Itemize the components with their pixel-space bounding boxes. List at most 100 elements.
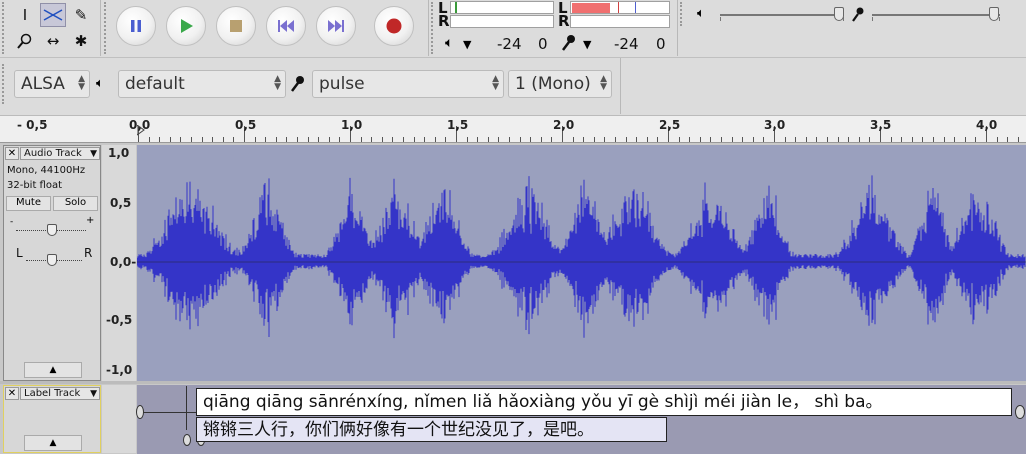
recording-volume-thumb[interactable] — [989, 7, 999, 21]
label-track-menu-button[interactable]: Label Track ▼ — [20, 387, 100, 400]
stop-button[interactable] — [216, 6, 256, 46]
ruler-tick — [254, 137, 256, 142]
timeshift-tool-icon[interactable]: ↔ — [40, 29, 66, 53]
ruler-tick — [996, 137, 998, 142]
record-meter-r-label: R — [438, 12, 450, 30]
label-boundary-line — [186, 386, 187, 430]
play-meter-left[interactable] — [570, 1, 670, 14]
ruler-tick — [699, 137, 701, 142]
record-meter-right[interactable] — [450, 15, 554, 28]
ruler-tick — [784, 137, 786, 142]
collapse-track-button[interactable]: ▲ — [24, 435, 82, 451]
ruler-tick-label: 4,0 — [976, 118, 998, 132]
ruler-tick — [212, 137, 214, 142]
microphone-icon — [560, 34, 578, 56]
ruler-tick-label: 3,5 — [870, 118, 892, 132]
ruler-tick — [858, 137, 860, 142]
ruler-tick — [403, 137, 404, 142]
slider-ticks — [872, 17, 1000, 21]
play-region-start-icon[interactable] — [136, 121, 145, 136]
envelope-tool-icon[interactable] — [40, 3, 66, 27]
toolbar-grip[interactable] — [2, 2, 8, 54]
ruler-tick-label: - 0,5 — [17, 118, 48, 132]
recording-device-select[interactable]: pulse ▲ ▼ — [312, 70, 504, 98]
ruler-tick — [1017, 137, 1019, 142]
ruler-tick — [275, 137, 277, 142]
ruler-tick-label: 0,5 — [235, 118, 257, 132]
ruler-tick — [742, 137, 744, 142]
record-button[interactable] — [374, 6, 414, 46]
skip-start-button[interactable] — [266, 6, 306, 46]
mute-button[interactable]: Mute — [6, 196, 51, 211]
ruler-tick — [148, 137, 150, 142]
label-left-handle[interactable] — [183, 434, 191, 446]
ruler-tick — [159, 137, 161, 142]
audio-waveform-area[interactable] — [136, 145, 1026, 381]
ruler-tick — [816, 137, 818, 142]
pan-slider-thumb[interactable] — [47, 254, 57, 266]
selection-tool-icon[interactable]: I — [12, 3, 38, 27]
ruler-tick — [519, 137, 521, 142]
ruler-tick — [477, 137, 479, 142]
audio-host-value: ALSA — [21, 74, 65, 94]
playback-device-value: default — [125, 74, 185, 94]
ruler-tick — [201, 137, 203, 142]
ruler-tick — [498, 137, 500, 142]
ruler-tick — [901, 137, 903, 142]
meter-scale-label: -24 — [497, 35, 522, 53]
label-text-1[interactable]: qiāng qiāng sānrénxíng, nǐmen liǎ hǎoxià… — [196, 388, 1012, 416]
ruler-tick — [169, 137, 171, 142]
ruler-tick — [233, 137, 235, 142]
ruler-tick — [318, 137, 320, 142]
ruler-tick — [636, 137, 638, 142]
toolbar-grip[interactable] — [431, 2, 437, 54]
close-track-icon[interactable]: ✕ — [5, 387, 19, 400]
ruler-tick — [466, 137, 468, 142]
audio-host-select[interactable]: ALSA ▲ ▼ — [14, 70, 90, 98]
label-text-2[interactable]: 锵锵三人行，你们俩好像有一个世纪没见了，是吧。 — [196, 417, 667, 442]
playback-volume-icon: 🔈︎ — [697, 6, 705, 21]
label-right-handle[interactable] — [1015, 405, 1025, 419]
toolbar-grip[interactable] — [2, 64, 8, 104]
multi-tool-icon[interactable]: ✱ — [68, 29, 94, 53]
playback-volume-thumb[interactable] — [834, 7, 844, 21]
ruler-tick — [964, 137, 966, 142]
toolbar-grip[interactable] — [104, 2, 110, 54]
toolbar-grip[interactable] — [680, 2, 686, 26]
separator — [0, 57, 1026, 58]
record-meter-left[interactable] — [450, 1, 554, 14]
label-track-control-panel: ✕ Label Track ▼ ▲ — [3, 385, 101, 453]
pause-button[interactable] — [116, 6, 156, 46]
close-track-icon[interactable]: ✕ — [5, 147, 19, 160]
record-meter-dropdown-icon[interactable]: ▼ — [583, 38, 591, 51]
playback-volume-slider[interactable] — [720, 14, 844, 16]
ruler-tick — [265, 137, 267, 142]
recording-volume-slider[interactable] — [872, 14, 1000, 16]
ruler-tick — [933, 137, 934, 142]
draw-tool-icon[interactable]: ✎ — [68, 3, 94, 27]
track-menu-dropdown-icon: ▼ — [90, 389, 97, 399]
spin-arrows-icon: ▲ ▼ — [274, 74, 281, 92]
ruler-tick — [604, 137, 606, 142]
solo-button[interactable]: Solo — [53, 196, 98, 211]
separator — [620, 58, 621, 114]
playback-meter-dropdown-icon[interactable]: ▼ — [463, 38, 471, 51]
playback-volume-icon: 🔈︎ — [445, 35, 454, 51]
speaker-icon: 🔈︎ — [96, 76, 104, 91]
collapse-track-button[interactable]: ▲ — [24, 362, 82, 378]
gain-slider-thumb[interactable] — [47, 224, 57, 236]
play-meter-right[interactable] — [570, 15, 670, 28]
ruler-tick — [848, 137, 850, 142]
label-track-spacer — [102, 385, 136, 453]
recording-channels-select[interactable]: 1 (Mono) ▲ ▼ — [508, 70, 612, 98]
gain-minus-label: - — [10, 217, 14, 227]
ruler-tick — [487, 137, 489, 142]
play-button[interactable] — [166, 6, 206, 46]
ruler-tick — [922, 137, 924, 142]
audio-track-menu-button[interactable]: Audio Track ▼ — [20, 147, 100, 160]
zoom-tool-icon[interactable] — [12, 29, 38, 53]
skip-end-button[interactable] — [316, 6, 356, 46]
ruler-tick — [328, 137, 330, 142]
playback-device-select[interactable]: default ▲ ▼ — [118, 70, 286, 98]
label-left-handle[interactable] — [136, 405, 144, 419]
